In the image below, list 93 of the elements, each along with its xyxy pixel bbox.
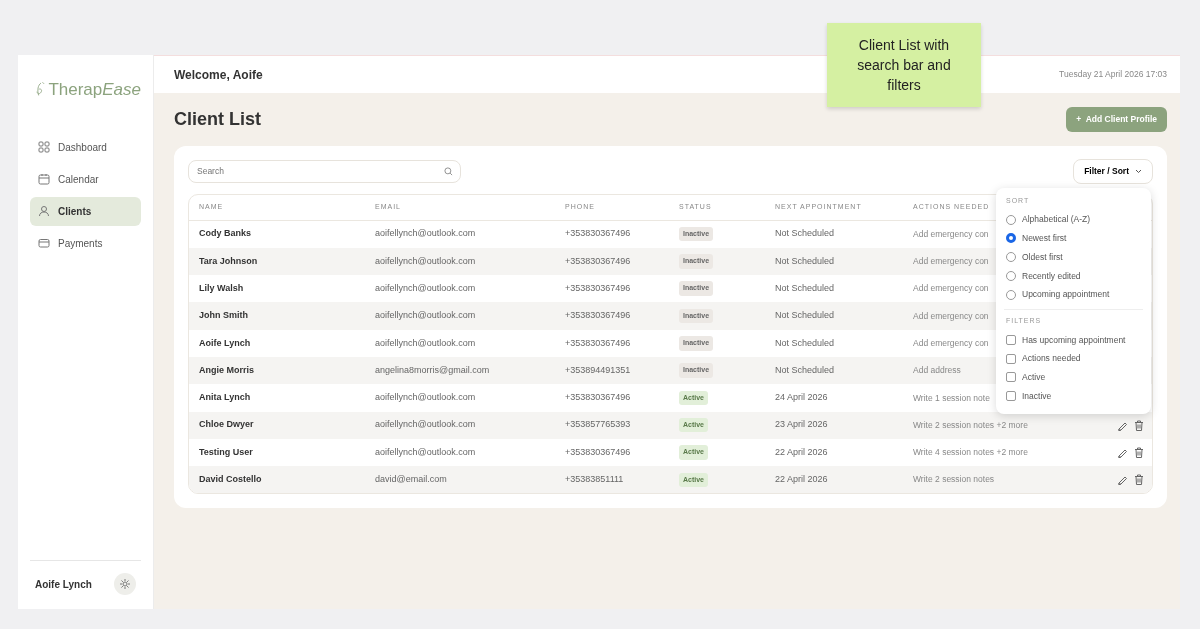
edit-icon[interactable] (1117, 474, 1128, 486)
appointment-cell-text: Not Scheduled (775, 282, 836, 295)
phone-cell-text: +353830367496 (565, 336, 632, 350)
appointment-cell-text: Not Scheduled (775, 254, 836, 268)
radio-button[interactable] (1006, 252, 1016, 263)
client-name: Lily Walsh (199, 282, 245, 295)
actions-needed-cell: Add emergency con (913, 227, 989, 241)
sort-option[interactable]: Alphabetical (A-Z) (1004, 210, 1143, 229)
checkbox[interactable] (1006, 353, 1016, 364)
email-cell-text: angelina8morris@gmail.com (375, 363, 491, 377)
search-field[interactable]: Search (188, 159, 461, 183)
page-title: Client List (174, 108, 261, 131)
email-cell-text: aoifellynch@outlook.com (375, 254, 477, 268)
radio-button[interactable] (1006, 233, 1016, 244)
appointment-cell-text: Not Scheduled (775, 336, 836, 350)
checkbox[interactable] (1006, 372, 1016, 383)
delete-icon[interactable] (1134, 474, 1144, 486)
checkbox[interactable] (1006, 334, 1016, 345)
chevron-down-icon (1135, 168, 1142, 174)
appointment-cell-text: Not Scheduled (775, 363, 836, 377)
radio-button[interactable] (1006, 270, 1016, 281)
phone-cell-text: +353830367496 (565, 282, 632, 295)
appointment-cell-text: Not Scheduled (775, 309, 836, 323)
checkbox[interactable] (1006, 391, 1016, 402)
appointment-cell-text: 22 April 2026 (775, 473, 829, 487)
appointment-cell-text: 22 April 2026 (775, 445, 829, 459)
email-cell-text: aoifellynch@outlook.com (375, 309, 477, 323)
sort-option[interactable]: Newest first (1004, 229, 1143, 248)
appointment-cell-text: Not Scheduled (775, 227, 836, 241)
filter-option[interactable]: Active (1004, 368, 1143, 387)
phone-cell-text: +353894491351 (565, 363, 632, 377)
client-name: Tara Johnson (199, 254, 259, 268)
client-name: Anita Lynch (199, 391, 252, 405)
sort-option[interactable]: Upcoming appointment (1004, 285, 1143, 304)
logo-text: TherapEase (48, 79, 141, 101)
appointment-cell-text: 24 April 2026 (775, 391, 829, 405)
client-name: Aoife Lynch (199, 336, 252, 350)
client-name: John Smith (199, 309, 249, 323)
phone-cell-text: +353830367496 (565, 391, 632, 405)
radio-button[interactable] (1006, 289, 1016, 300)
sort-option[interactable]: Oldest first (1004, 247, 1143, 267)
client-name: Cody Banks (199, 227, 252, 241)
email-cell-text: aoifellynch@outlook.com (375, 418, 477, 432)
filter-sort-button[interactable]: Filter / Sort (1073, 158, 1153, 184)
filter-option[interactable]: Has upcoming appointment (1004, 330, 1143, 350)
actions-needed-cell: Write 4 session notes +2 more (913, 446, 1028, 459)
sidebar-item[interactable]: Clients (30, 196, 141, 226)
email-cell-text: aoifellynch@outlook.com (375, 336, 477, 350)
actions-needed-cell: Write 2 session notes +2 more (913, 418, 1028, 432)
email-cell-text: aoifellynch@outlook.com (375, 282, 477, 295)
appointment-cell-text: 23 April 2026 (775, 418, 829, 432)
actions-needed-cell: Write 2 session notes (913, 473, 995, 487)
delete-icon[interactable] (1134, 447, 1144, 458)
client-name: David Costello (199, 473, 263, 487)
settings-icon (119, 578, 131, 590)
actions-needed-cell: Add emergency con (913, 309, 989, 323)
email-cell-text: aoifellynch@outlook.com (375, 391, 477, 405)
email-cell-text: aoifellynch@outlook.com (375, 445, 477, 459)
email-cell-text: david@email.com (375, 473, 448, 487)
edit-icon[interactable] (1117, 447, 1128, 458)
person-icon (38, 205, 50, 217)
sidebar-item[interactable]: Payments (30, 228, 141, 258)
actions-needed-cell: Write 1 session note (913, 391, 990, 405)
client-name: Testing User (199, 445, 254, 459)
phone-cell-text: +353830367496 (565, 309, 632, 323)
phone-cell-text: +353830367496 (565, 227, 632, 241)
radio-button[interactable] (1006, 214, 1016, 225)
sidebar-item[interactable]: Calendar (30, 164, 141, 194)
phone-cell-text: +35383851111 (565, 473, 625, 487)
actions-needed-cell: Add address (913, 364, 961, 377)
actions-needed-cell: Add emergency con (913, 255, 989, 268)
filter-option[interactable]: Actions needed (1004, 349, 1143, 368)
grid-icon (38, 141, 50, 153)
client-name: Chloe Dwyer (199, 418, 255, 432)
annotation-note: Client List with search bar and filters (827, 23, 981, 107)
delete-icon[interactable] (1134, 419, 1144, 431)
sort-option[interactable]: Recently edited (1004, 266, 1143, 286)
calendar-icon (38, 173, 50, 185)
card-icon (38, 237, 50, 249)
sidebar-item[interactable]: Dashboard (30, 132, 141, 162)
phone-cell-text: +353830367496 (565, 445, 632, 459)
client-name: Angie Morris (199, 363, 255, 377)
phone-cell-text: +353830367496 (565, 254, 632, 268)
actions-needed-cell: Add emergency con (913, 282, 989, 296)
filter-option[interactable]: Inactive (1004, 386, 1143, 406)
search-icon (444, 166, 453, 176)
actions-needed-cell: Add emergency con (913, 336, 989, 350)
email-cell-text: aoifellynch@outlook.com (375, 227, 477, 241)
settings-button[interactable] (114, 573, 136, 595)
user-name: Aoife Lynch (35, 577, 92, 592)
phone-cell-text: +353857765393 (565, 418, 632, 432)
welcome-text: Welcome, Aoife (174, 66, 263, 84)
date-time: Tuesday 21 April 2026 17:03 (1059, 68, 1167, 81)
